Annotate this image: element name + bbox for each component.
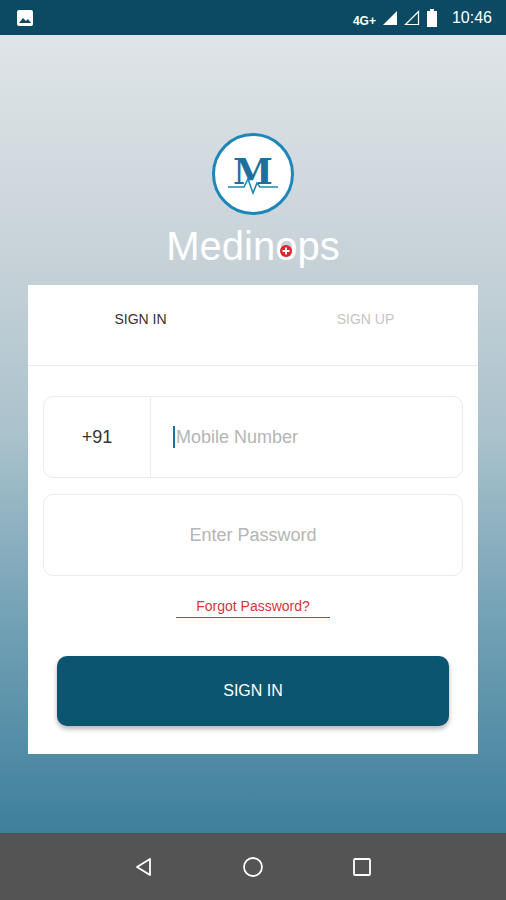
tab[interactable]: SIGN UP	[253, 285, 478, 365]
logo: M	[212, 133, 294, 215]
red-plus-icon	[280, 245, 292, 257]
mobile-field[interactable]: +91 Mobile Number	[43, 396, 463, 478]
text-cursor	[173, 426, 175, 448]
back-icon[interactable]	[133, 856, 155, 878]
auth-card: SIGN INSIGN UP+91Mobile NumberEnter Pass…	[28, 285, 478, 754]
sign-in-form: +91 Mobile Number Enter Password Forgot Pas…	[28, 366, 478, 726]
image-notification-icon	[16, 9, 34, 27]
forgot-password-link[interactable]: Forgot Password?	[176, 598, 330, 618]
clock: 10:46	[452, 9, 492, 27]
mobile-placeholder: Mobile Number	[176, 427, 298, 448]
recents-icon[interactable]	[351, 856, 373, 878]
home-icon[interactable]	[242, 856, 264, 878]
logo-mark: M	[233, 153, 273, 189]
password-placeholder: Enter Password	[189, 525, 316, 546]
tab[interactable]: SIGN IN	[28, 285, 253, 365]
battery-icon	[426, 9, 438, 27]
status-bar: 4G+ 10:46	[0, 0, 506, 35]
tab-bar: SIGN INSIGN UP	[28, 285, 478, 366]
signal-icon	[382, 10, 398, 26]
pulse-line-icon	[228, 175, 278, 195]
brand-name: Medinops	[166, 221, 339, 271]
country-code[interactable]: +91	[44, 397, 151, 477]
sign-in-button[interactable]: SIGN IN	[57, 656, 449, 726]
login-screen: 4G+10:46MMedinopsSIGN INSIGN UP+91Mobile…	[0, 0, 506, 900]
second-signal-icon	[404, 10, 420, 26]
password-field[interactable]: Enter Password	[43, 494, 463, 576]
background-photo: MMedinopsSIGN INSIGN UP+91Mobile NumberE…	[0, 35, 506, 833]
navigation-bar	[0, 833, 506, 900]
network-type: 4G+	[353, 14, 376, 28]
